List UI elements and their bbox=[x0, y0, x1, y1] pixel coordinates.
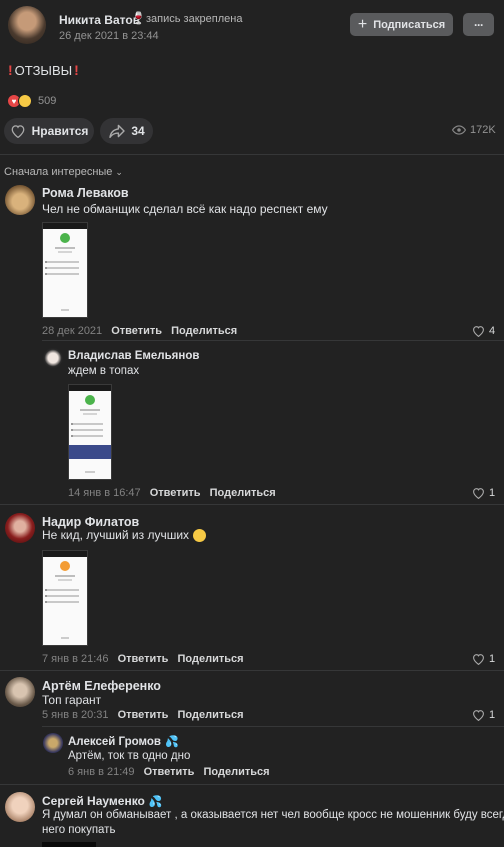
reply-button[interactable]: Ответить bbox=[118, 653, 169, 665]
divider bbox=[0, 784, 504, 785]
more-icon: ··· bbox=[474, 17, 484, 32]
like-count: 1 bbox=[489, 653, 496, 665]
pinned-label: запись закреплена bbox=[146, 13, 243, 25]
comment-date[interactable]: 14 янв в 16:47 bbox=[68, 487, 141, 499]
reply-button[interactable]: Ответить bbox=[144, 766, 195, 778]
avatar[interactable] bbox=[5, 185, 35, 215]
share-comment-button[interactable]: Поделиться bbox=[178, 653, 244, 665]
sort-dropdown[interactable]: Сначала интересные ⌄ bbox=[4, 166, 123, 178]
reply-button[interactable]: Ответить bbox=[118, 709, 169, 721]
divider bbox=[0, 670, 504, 671]
like-count: 1 bbox=[489, 487, 496, 499]
exclamation-icon: ! bbox=[74, 62, 79, 78]
comment-text: Чел не обманщик сделал всё как надо респ… bbox=[42, 202, 328, 216]
post-date[interactable]: 26 дек 2021 в 23:44 bbox=[59, 30, 159, 42]
comment-image[interactable] bbox=[42, 222, 88, 318]
heart-icon bbox=[11, 125, 24, 138]
commenter-name-row: Сергей Науменко 💦 bbox=[42, 794, 163, 808]
comment-like-button[interactable]: 1 bbox=[472, 653, 495, 665]
divider bbox=[42, 726, 504, 727]
heart-icon bbox=[473, 710, 484, 721]
comment-date[interactable]: 5 янв в 20:31 bbox=[42, 709, 109, 721]
eye-icon bbox=[452, 125, 466, 135]
commenter-name[interactable]: Надир Филатов bbox=[42, 515, 139, 529]
chevron-down-icon: ⌄ bbox=[115, 166, 123, 177]
plus-icon: + bbox=[357, 15, 368, 33]
like-button[interactable]: Нравится bbox=[4, 118, 94, 144]
comment-meta: 5 янв в 20:31 Ответить Поделиться bbox=[42, 709, 244, 721]
avatar[interactable] bbox=[5, 792, 35, 822]
views-count: 172K bbox=[470, 124, 496, 136]
comment-like-button[interactable]: 1 bbox=[472, 487, 495, 499]
reactions-count: 509 bbox=[38, 95, 57, 107]
like-label: Нравится bbox=[31, 124, 89, 138]
emoji-icon bbox=[193, 528, 207, 542]
comment-meta: 6 янв в 21:49 Ответить Поделиться bbox=[68, 766, 270, 778]
comment-text: Артём, ток тв одно дно bbox=[68, 750, 191, 762]
like-count: 1 bbox=[489, 709, 496, 721]
more-button[interactable]: ··· bbox=[463, 13, 494, 36]
author-avatar[interactable] bbox=[8, 6, 46, 44]
comment-date[interactable]: 7 янв в 21:46 bbox=[42, 653, 109, 665]
comment-image[interactable] bbox=[68, 384, 112, 480]
comment-date[interactable]: 28 дек 2021 bbox=[42, 325, 102, 337]
heart-icon bbox=[473, 488, 484, 499]
commenter-name[interactable]: Владислав Емельянов bbox=[68, 350, 199, 362]
comment-meta: 7 янв в 21:46 Ответить Поделиться bbox=[42, 653, 244, 665]
commenter-name[interactable]: Алексей Громов bbox=[68, 736, 161, 748]
comment-like-button[interactable]: 4 bbox=[472, 325, 495, 337]
heart-icon bbox=[473, 326, 484, 337]
smile-reaction-icon bbox=[18, 94, 32, 108]
post-title-text: ОТЗЫВЫ bbox=[14, 62, 73, 78]
heart-icon bbox=[473, 654, 484, 665]
subscribe-label: Подписаться bbox=[373, 18, 446, 31]
share-button[interactable]: 34 bbox=[100, 118, 153, 144]
post-title: ! ОТЗЫВЫ ! bbox=[8, 62, 79, 78]
commenter-name-row: Алексей Громов 💦 bbox=[68, 735, 179, 749]
comment-text-row: Не кид, лучший из лучших bbox=[42, 528, 207, 542]
comment-image[interactable] bbox=[42, 842, 96, 847]
comment-image[interactable] bbox=[42, 550, 88, 646]
avatar[interactable] bbox=[43, 348, 63, 368]
divider bbox=[42, 340, 504, 341]
commenter-name[interactable]: Артём Елеференко bbox=[42, 679, 161, 693]
comment-meta: 14 янв в 16:47 Ответить Поделиться bbox=[68, 487, 276, 499]
comment-text: Топ гарант bbox=[42, 693, 102, 707]
avatar[interactable] bbox=[5, 677, 35, 707]
avatar[interactable] bbox=[5, 513, 35, 543]
comment-meta: 28 дек 2021 Ответить Поделиться bbox=[42, 325, 237, 337]
views-counter: 172K bbox=[452, 124, 496, 136]
author-name[interactable]: Никита Ватов bbox=[59, 13, 140, 27]
share-count: 34 bbox=[131, 124, 145, 138]
share-comment-button[interactable]: Поделиться bbox=[178, 709, 244, 721]
reactions-summary[interactable]: ♥ 509 bbox=[7, 94, 56, 108]
comment-like-button[interactable]: 1 bbox=[472, 709, 495, 721]
exclamation-icon: ! bbox=[8, 62, 13, 78]
share-comment-button[interactable]: Поделиться bbox=[171, 325, 237, 337]
comment-date[interactable]: 6 янв в 21:49 bbox=[68, 766, 135, 778]
share-icon bbox=[109, 124, 126, 138]
wine-glass-icon: 🍷 bbox=[131, 11, 146, 25]
subscribe-button[interactable]: + Подписаться bbox=[350, 13, 453, 36]
sort-label: Сначала интересные bbox=[4, 166, 113, 178]
share-comment-button[interactable]: Поделиться bbox=[204, 766, 270, 778]
comment-text-continued: него покупать bbox=[42, 824, 116, 836]
droplets-icon: 💦 bbox=[164, 736, 179, 748]
reply-button[interactable]: Ответить bbox=[150, 487, 201, 499]
like-count: 4 bbox=[489, 325, 496, 337]
droplets-icon: 💦 bbox=[148, 795, 163, 808]
divider bbox=[0, 154, 504, 155]
comment-text: Не кид, лучший из лучших bbox=[42, 528, 190, 542]
avatar[interactable] bbox=[43, 733, 63, 753]
share-comment-button[interactable]: Поделиться bbox=[210, 487, 276, 499]
comment-text: ждем в топах bbox=[68, 365, 140, 377]
reply-button[interactable]: Ответить bbox=[111, 325, 162, 337]
commenter-name[interactable]: Рома Леваков bbox=[42, 186, 129, 200]
comment-text: Я думал он обманывает , а оказывается не… bbox=[42, 809, 504, 821]
commenter-name[interactable]: Сергей Науменко bbox=[42, 794, 145, 808]
divider bbox=[0, 504, 504, 505]
